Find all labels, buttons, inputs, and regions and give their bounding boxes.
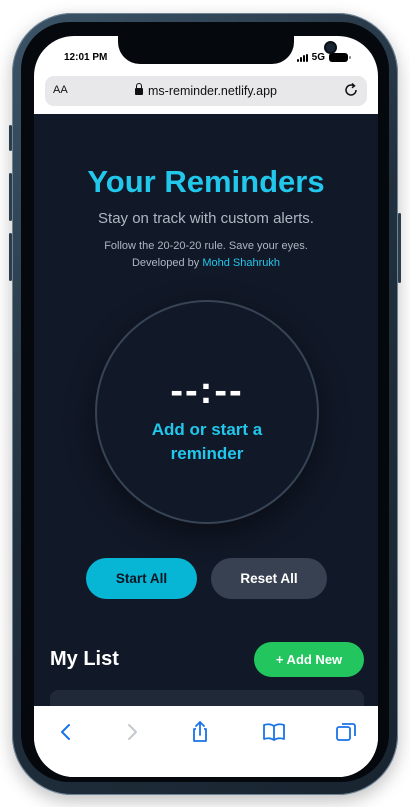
forward-icon[interactable] bbox=[120, 720, 144, 744]
timer-status-label: Add or start a reminder bbox=[151, 420, 263, 463]
safari-toolbar bbox=[34, 706, 378, 777]
lock-icon bbox=[135, 83, 143, 95]
page-title: Your Reminders bbox=[87, 164, 325, 199]
signal-icon bbox=[296, 53, 308, 62]
notch bbox=[118, 36, 335, 64]
timer-display: --:-- bbox=[170, 370, 244, 412]
camera-icon bbox=[326, 43, 335, 52]
developer-link[interactable]: Mohd Shahrukh bbox=[202, 257, 280, 269]
address-bar[interactable]: AA ms-reminder.netlify.app bbox=[45, 76, 367, 106]
start-all-button[interactable]: Start All bbox=[86, 558, 197, 599]
power-button bbox=[398, 213, 401, 283]
app-content: Your Reminders Stay on track with custom… bbox=[34, 114, 378, 706]
tabs-icon[interactable] bbox=[334, 720, 358, 744]
add-new-button[interactable]: + Add New bbox=[254, 642, 364, 677]
list-item[interactable] bbox=[50, 690, 364, 706]
silent-switch bbox=[9, 125, 12, 151]
page-subtitle: Stay on track with custom alerts. bbox=[98, 210, 314, 227]
volume-up-button bbox=[9, 173, 12, 221]
phone-screen: 12:01 PM 5G AA ms-reminder.netlify.app Y… bbox=[34, 36, 378, 777]
battery-icon bbox=[329, 53, 351, 62]
share-icon[interactable] bbox=[188, 720, 212, 744]
developer-prefix: Developed by bbox=[131, 257, 200, 269]
reset-all-button[interactable]: Reset All bbox=[211, 558, 327, 599]
back-icon[interactable] bbox=[54, 720, 78, 744]
tip-text: Follow the 20-20-20 rule. Save your eyes… bbox=[34, 238, 378, 272]
network-label: 5G bbox=[311, 52, 325, 63]
tip-line: Follow the 20-20-20 rule. Save your eyes… bbox=[104, 240, 308, 252]
reload-icon[interactable] bbox=[343, 82, 359, 98]
url-text: ms-reminder.netlify.app bbox=[148, 84, 277, 98]
status-time: 12:01 PM bbox=[64, 52, 108, 63]
timer-circle[interactable]: --:-- Add or start a reminder bbox=[95, 300, 319, 524]
developer-credit: Developed by Mohd Shahrukh bbox=[34, 255, 378, 272]
status-right: 5G bbox=[296, 52, 351, 63]
bookmarks-icon[interactable] bbox=[262, 720, 286, 744]
my-list-heading: My List bbox=[50, 648, 119, 670]
volume-down-button bbox=[9, 233, 12, 281]
url-display[interactable]: ms-reminder.netlify.app bbox=[45, 83, 367, 98]
